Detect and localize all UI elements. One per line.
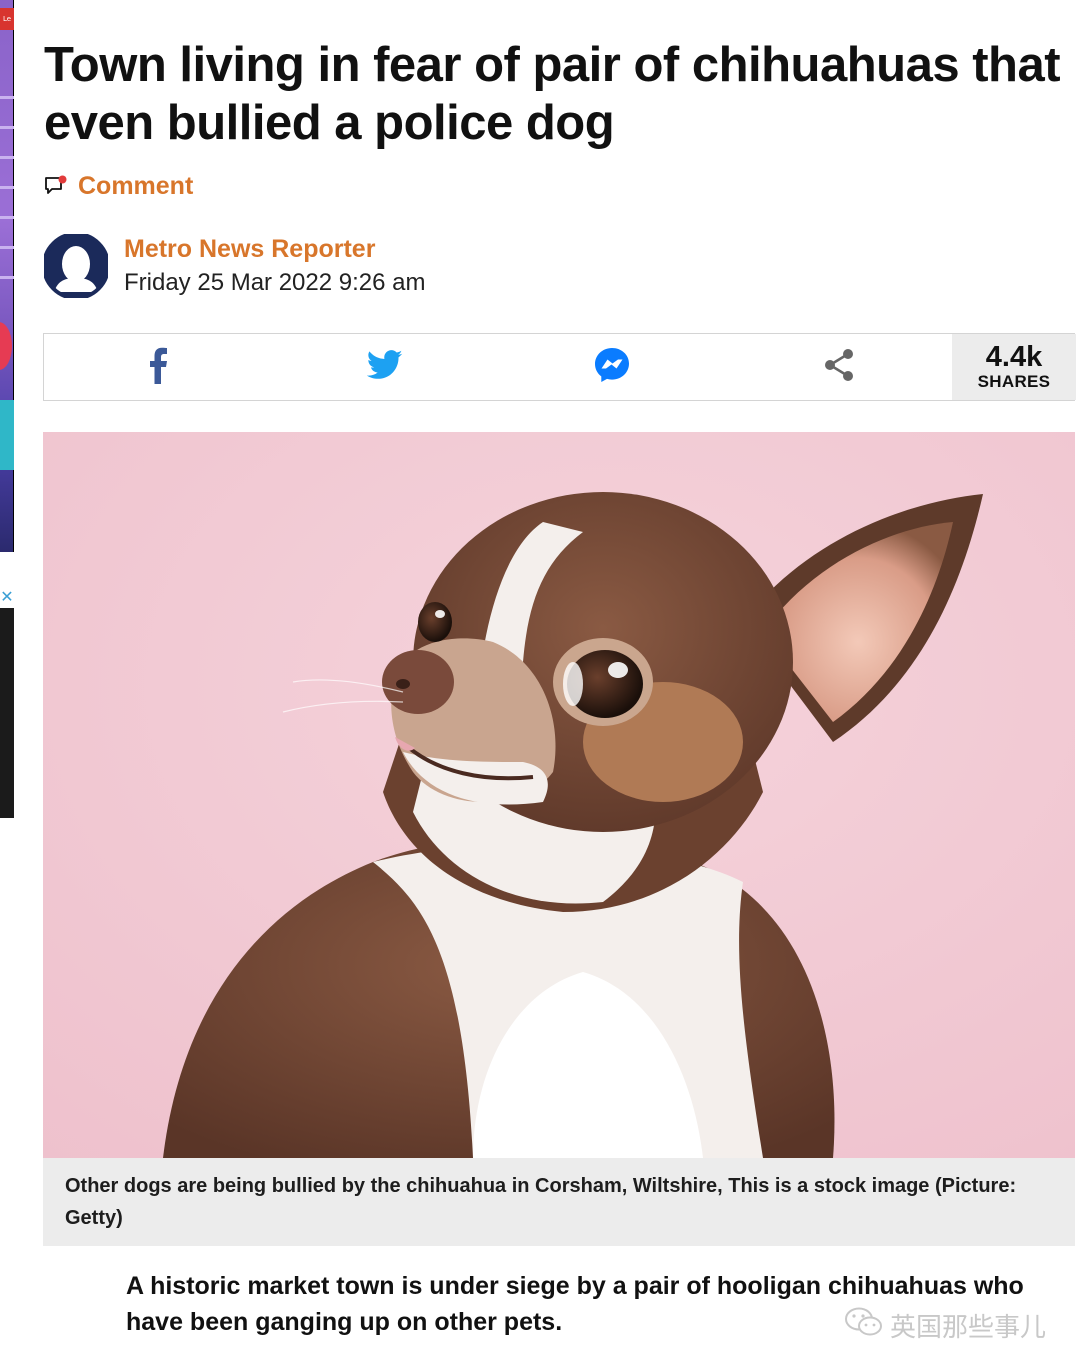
comment-label: Comment	[78, 171, 194, 200]
watermark: 英国那些事儿	[844, 1306, 1046, 1345]
side-window-stripe	[0, 246, 14, 249]
share-count-number: 4.4k	[985, 341, 1043, 373]
wechat-icon	[844, 1306, 884, 1345]
share-count: 4.4k SHARES	[952, 334, 1076, 400]
photo-caption: Other dogs are being bullied by the chih…	[43, 1158, 1075, 1246]
side-window-stripe	[0, 276, 14, 279]
comment-link[interactable]: Comment	[44, 170, 193, 202]
messenger-share-button[interactable]	[498, 334, 725, 400]
facebook-icon	[148, 346, 168, 389]
article-headline: Town living in fear of pair of chihuahua…	[44, 38, 1061, 150]
side-window-stripe	[0, 126, 14, 129]
side-window-panel	[0, 608, 14, 818]
twitter-share-button[interactable]	[271, 334, 498, 400]
facebook-share-button[interactable]	[44, 334, 271, 400]
side-window-stripe	[0, 216, 14, 219]
side-window-stripe	[0, 186, 14, 189]
side-window-stripe	[0, 156, 14, 159]
author-block: Metro News Reporter Friday 25 Mar 2022 9…	[44, 232, 426, 300]
chihuahua-photo	[43, 432, 1075, 1158]
side-window-stripe	[0, 96, 14, 99]
publish-date: Friday 25 Mar 2022 9:26 am	[124, 269, 426, 296]
close-icon[interactable]: ✕	[0, 586, 14, 608]
share-bar: 4.4k SHARES	[43, 333, 1076, 401]
twitter-icon	[366, 349, 403, 385]
share-icon	[822, 347, 856, 388]
side-window-tab: Le	[0, 8, 14, 30]
article-photo	[43, 432, 1075, 1158]
author-name[interactable]: Metro News Reporter	[124, 232, 426, 266]
side-window-wedge	[0, 400, 14, 470]
share-count-label: SHARES	[977, 372, 1051, 391]
share-button[interactable]	[725, 334, 952, 400]
avatar[interactable]	[44, 234, 108, 298]
messenger-icon	[593, 346, 631, 389]
watermark-text: 英国那些事儿	[889, 1313, 1046, 1343]
comment-icon	[44, 175, 68, 197]
side-window-edge: Le	[0, 0, 14, 552]
side-window-dot	[0, 322, 12, 370]
